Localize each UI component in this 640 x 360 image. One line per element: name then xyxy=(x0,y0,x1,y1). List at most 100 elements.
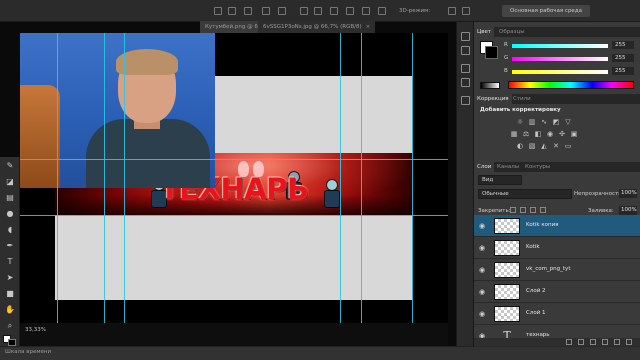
tab-layers[interactable]: Слои xyxy=(474,162,495,172)
path-select-tool-icon[interactable]: ➤ xyxy=(5,273,15,282)
timeline-label[interactable]: Шкала времени xyxy=(5,349,51,355)
visibility-eye-icon[interactable]: ◉ xyxy=(479,310,485,318)
gradient-map-icon[interactable]: ▭ xyxy=(564,142,572,150)
guide-line[interactable] xyxy=(20,215,448,216)
threshold-icon[interactable]: ◭ xyxy=(540,142,548,150)
levels-icon[interactable]: ▥ xyxy=(528,118,536,126)
visibility-eye-icon[interactable]: ◉ xyxy=(479,244,485,252)
guide-line[interactable] xyxy=(412,33,413,346)
zoom-tool-icon[interactable]: ⌕ xyxy=(5,321,15,330)
zoom-level[interactable]: 33,33% xyxy=(25,327,46,333)
close-icon[interactable]: × xyxy=(366,24,371,30)
layer-row[interactable]: ◉ Kotik xyxy=(474,237,640,259)
link-layers-icon[interactable] xyxy=(566,339,572,345)
add-mask-icon[interactable] xyxy=(590,339,596,345)
lock-pixels-icon[interactable] xyxy=(510,207,516,213)
color-lookup-icon[interactable]: ▣ xyxy=(570,130,578,138)
3d-rotate-icon[interactable] xyxy=(448,7,456,15)
blend-mode-select[interactable]: Обычные xyxy=(478,189,572,199)
canvas-viewport[interactable]: ТЕХНАРЬ xyxy=(20,33,448,346)
tab-color[interactable]: Цвет xyxy=(474,27,495,37)
grayscale-ramp[interactable] xyxy=(480,82,500,89)
channel-g-value[interactable]: 255 xyxy=(612,54,634,62)
tool-option-icon[interactable] xyxy=(346,7,354,15)
actions-icon[interactable] xyxy=(461,46,470,55)
layer-row[interactable]: ◉ Слой 1 xyxy=(474,303,640,325)
properties-icon[interactable] xyxy=(461,64,470,73)
selective-color-icon[interactable]: ✕ xyxy=(552,142,560,150)
tool-option-icon[interactable] xyxy=(378,7,386,15)
blur-tool-icon[interactable]: ● xyxy=(5,209,15,218)
channel-r-value[interactable]: 255 xyxy=(612,41,634,49)
history-icon[interactable] xyxy=(461,32,470,41)
guide-line[interactable] xyxy=(361,33,362,346)
posterize-icon[interactable]: ▧ xyxy=(528,142,536,150)
color-spectrum[interactable] xyxy=(508,81,634,89)
invert-icon[interactable]: ◐ xyxy=(516,142,524,150)
vibrance-icon[interactable]: ▽ xyxy=(564,118,572,126)
tool-option-icon[interactable] xyxy=(244,7,252,15)
type-tool-icon[interactable]: T xyxy=(5,257,15,266)
lock-all-icon[interactable] xyxy=(540,207,546,213)
background-swatch[interactable] xyxy=(485,46,498,59)
color-balance-icon[interactable]: ⚖ xyxy=(522,130,530,138)
exposure-icon[interactable]: ◩ xyxy=(552,118,560,126)
guide-line[interactable] xyxy=(57,33,58,346)
fill-input[interactable]: 100% xyxy=(619,206,637,215)
workspace-switcher[interactable]: Основная рабочая среда xyxy=(502,5,590,17)
new-adjustment-icon[interactable] xyxy=(602,339,608,345)
channel-mixer-icon[interactable]: ✣ xyxy=(558,130,566,138)
visibility-eye-icon[interactable]: ◉ xyxy=(479,266,485,274)
guide-line[interactable] xyxy=(340,33,341,346)
guide-line[interactable] xyxy=(20,159,448,160)
shape-tool-icon[interactable]: ■ xyxy=(5,289,15,298)
visibility-eye-icon[interactable]: ◉ xyxy=(479,222,485,230)
black-white-icon[interactable]: ◧ xyxy=(534,130,542,138)
channel-r-slider[interactable] xyxy=(512,44,608,48)
tool-option-icon[interactable] xyxy=(330,7,338,15)
tool-option-icon[interactable] xyxy=(314,7,322,15)
gradient-tool-icon[interactable]: ▤ xyxy=(5,193,15,202)
document-tab[interactable]: 6vSSG1P3oNs.jpg @ 66,7% (RGB/8) × xyxy=(258,21,376,33)
channel-b-slider[interactable] xyxy=(512,70,608,74)
hue-saturation-icon[interactable]: ▦ xyxy=(510,130,518,138)
tab-adjustments[interactable]: Коррекция xyxy=(474,94,512,104)
channel-g-slider[interactable] xyxy=(512,57,608,61)
tool-option-icon[interactable] xyxy=(262,7,270,15)
channel-b-value[interactable]: 255 xyxy=(612,67,634,75)
tab-channels[interactable]: Каналы xyxy=(494,162,522,172)
photo-filter-icon[interactable]: ◉ xyxy=(546,130,554,138)
guide-line[interactable] xyxy=(124,33,125,346)
tool-option-icon[interactable] xyxy=(300,7,308,15)
background-color-icon[interactable] xyxy=(8,339,16,346)
guide-line[interactable] xyxy=(104,33,105,346)
layer-filter-select[interactable]: Вид xyxy=(478,175,522,185)
new-layer-icon[interactable] xyxy=(614,339,620,345)
opacity-input[interactable]: 100% xyxy=(619,189,637,198)
tool-option-icon[interactable] xyxy=(214,7,222,15)
tool-option-icon[interactable] xyxy=(362,7,370,15)
layer-style-icon[interactable] xyxy=(578,339,584,345)
visibility-eye-icon[interactable]: ◉ xyxy=(479,288,485,296)
brightness-icon[interactable]: ☼ xyxy=(516,118,524,126)
curves-icon[interactable]: ∿ xyxy=(540,118,548,126)
layer-row[interactable]: ◉ Слой 2 xyxy=(474,281,640,303)
tab-paths[interactable]: Контуры xyxy=(522,162,553,172)
layer-row[interactable]: ◉ Kotik копия xyxy=(474,215,640,237)
pen-tool-icon[interactable]: ✒ xyxy=(5,241,15,250)
info-icon[interactable] xyxy=(461,78,470,87)
character-panel-icon[interactable] xyxy=(461,96,470,105)
tab-styles[interactable]: Стили xyxy=(510,94,534,104)
tab-swatches[interactable]: Образцы xyxy=(496,27,528,37)
tool-option-icon[interactable] xyxy=(278,7,286,15)
eraser-tool-icon[interactable]: ◪ xyxy=(5,177,15,186)
dodge-tool-icon[interactable]: ◖ xyxy=(5,225,15,234)
tool-option-icon[interactable] xyxy=(228,7,236,15)
brush-tool-icon[interactable]: ✎ xyxy=(5,161,15,170)
lock-position-icon[interactable] xyxy=(530,207,536,213)
hand-tool-icon[interactable]: ✋ xyxy=(5,305,15,314)
lock-paint-icon[interactable] xyxy=(520,207,526,213)
layer-row[interactable]: ◉ vk_com_png_tyt xyxy=(474,259,640,281)
3d-roll-icon[interactable] xyxy=(462,7,470,15)
delete-layer-icon[interactable] xyxy=(626,339,632,345)
